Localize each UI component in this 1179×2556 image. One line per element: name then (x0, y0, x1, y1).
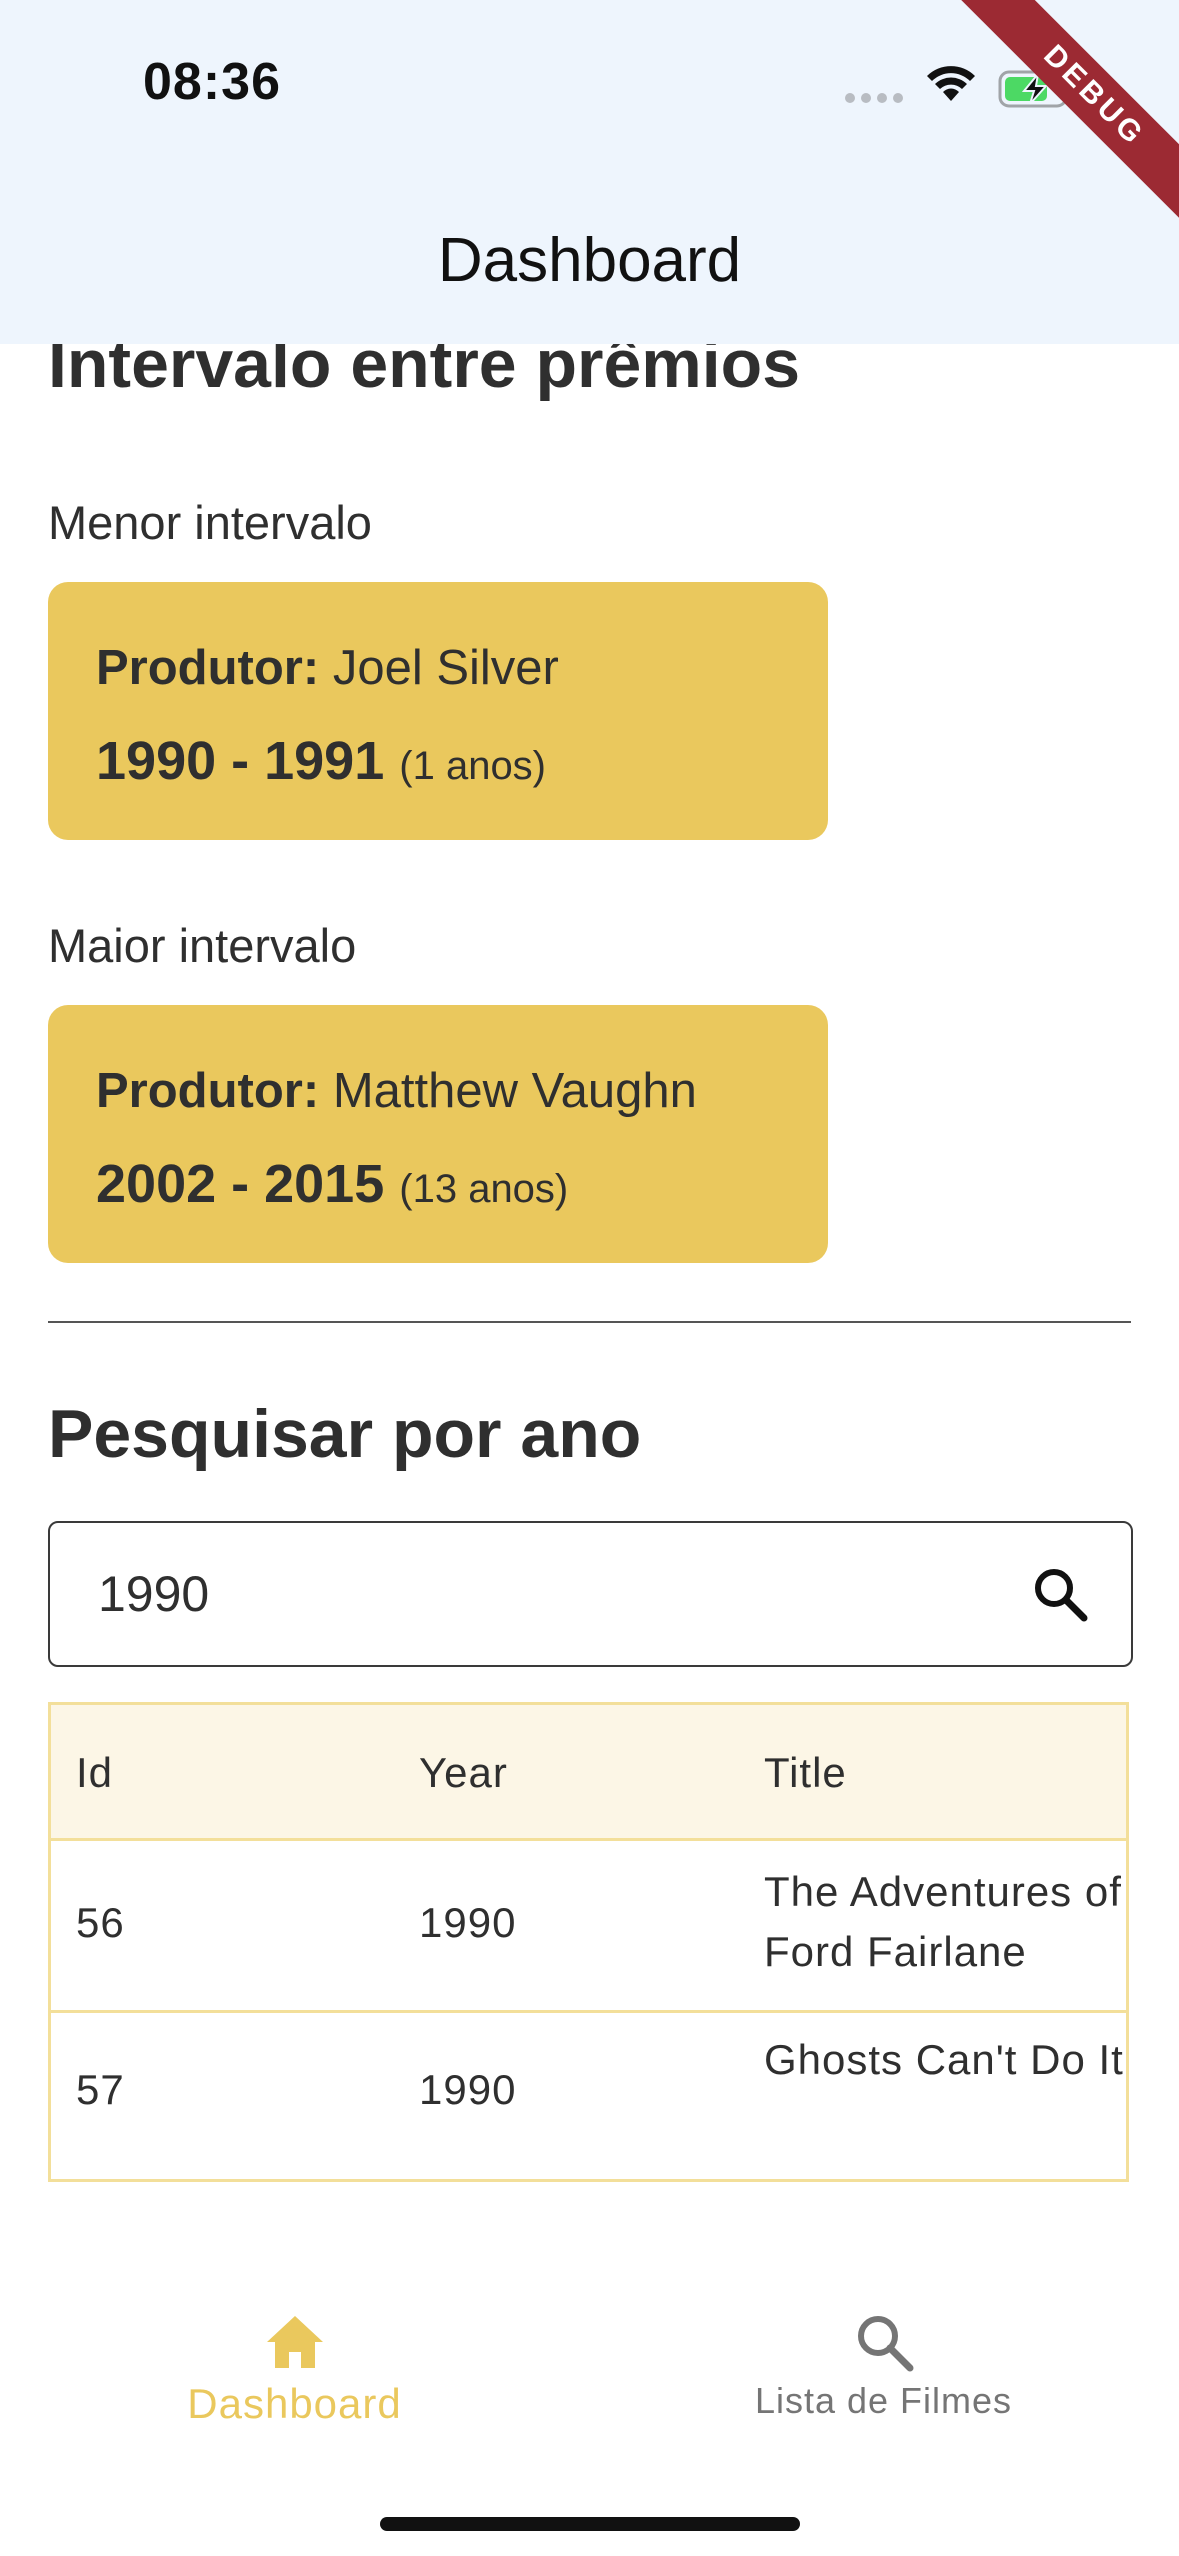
max-years-line: 2002 - 2015 (13 anos) (96, 1153, 568, 1215)
column-header-title: Title (764, 1749, 847, 1796)
max-producer-line: Produtor: Matthew Vaughn (96, 1063, 697, 1119)
search-icon[interactable] (1031, 1565, 1089, 1623)
interval-years: 1990 - 1991 (96, 731, 385, 791)
min-producer-line: Produtor: Joel Silver (96, 640, 559, 696)
producer-label: Produtor: (96, 1064, 320, 1118)
search-by-year-title: Pesquisar por ano (48, 1396, 642, 1472)
producer-label: Produtor: (96, 641, 320, 695)
status-time: 08:36 (143, 53, 281, 111)
table-row: 57 1990 Ghosts Can't Do It (51, 2010, 1126, 2179)
table-header-row: Id Year Title (51, 1705, 1126, 1841)
wifi-icon (927, 66, 975, 101)
home-icon (266, 2316, 323, 2368)
column-header-id: Id (76, 1749, 114, 1796)
cell-year: 1990 (419, 1899, 517, 1946)
nav-label-movie-list: Lista de Filmes (754, 2380, 1013, 2421)
min-interval-label: Menor intervalo (48, 496, 372, 549)
interval-duration: (1 anos) (399, 744, 547, 788)
page-title: Dashboard (437, 226, 742, 295)
nav-item-dashboard[interactable]: Dashboard (0, 2280, 589, 2480)
cell-title: Ghosts Can't Do It (764, 2036, 1124, 2083)
cell-year: 1990 (419, 2066, 517, 2113)
search-icon (857, 2316, 913, 2372)
table-row: 56 1990 The Adventures of Ford Fairlane (51, 1838, 1126, 2013)
cellular-signal-icon (845, 93, 905, 107)
app-bar: 08:36 Dashboard (0, 0, 1179, 344)
max-interval-label: Maior intervalo (48, 919, 357, 972)
column-header-year: Year (419, 1749, 508, 1796)
min-years-line: 1990 - 1991 (1 anos) (96, 730, 546, 792)
cell-title: The Adventures of Ford Fairlane (764, 1868, 1122, 1975)
interval-years: 2002 - 2015 (96, 1154, 385, 1214)
min-interval-card: Produtor: Joel Silver 1990 - 1991 (1 ano… (48, 582, 828, 840)
nav-item-movie-list[interactable]: Lista de Filmes (589, 2280, 1178, 2480)
producer-name: Matthew Vaughn (332, 1064, 697, 1118)
interval-duration: (13 anos) (399, 1167, 569, 1211)
bottom-navigation-bar: Dashboard Lista de Filmes (0, 2280, 1179, 2556)
search-input-value[interactable]: 1990 (98, 1565, 209, 1623)
year-search-input[interactable]: 1990 (48, 1521, 1133, 1667)
home-indicator[interactable] (380, 2517, 800, 2531)
cell-id: 56 (76, 1899, 125, 1946)
producer-name: Joel Silver (332, 641, 559, 695)
section-divider (48, 1321, 1131, 1323)
max-interval-card: Produtor: Matthew Vaughn 2002 - 2015 (13… (48, 1005, 828, 1263)
cell-id: 57 (76, 2066, 125, 2113)
nav-label-dashboard: Dashboard (187, 2380, 402, 2427)
results-table: Id Year Title 56 1990 The Adventures of … (48, 1702, 1129, 2182)
